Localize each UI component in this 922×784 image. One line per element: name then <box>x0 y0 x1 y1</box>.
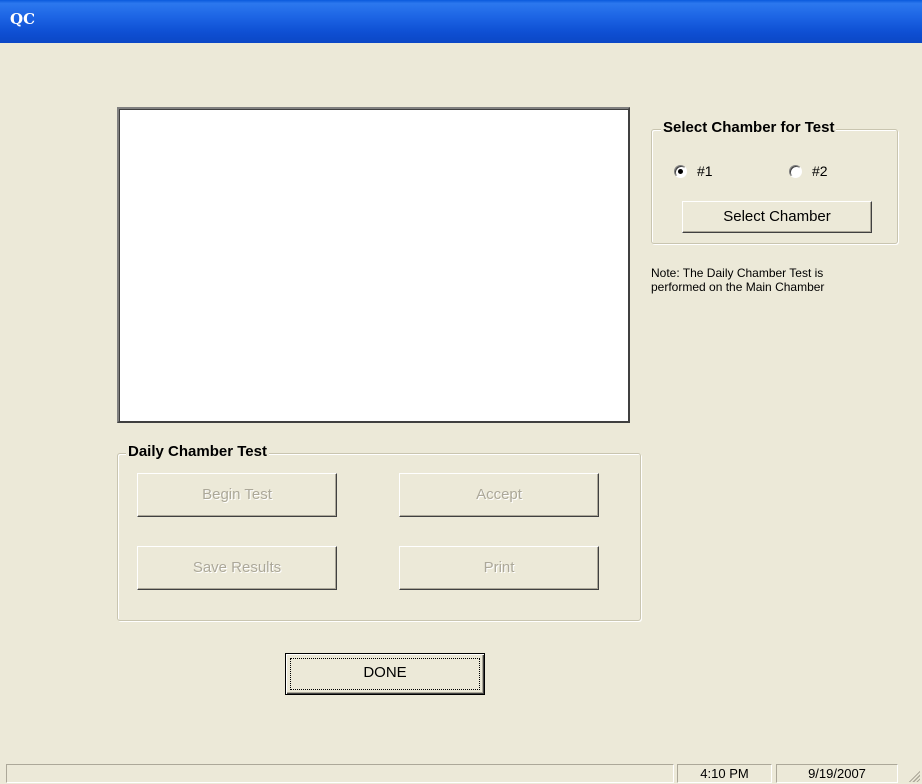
status-time: 4:10 PM <box>677 764 772 783</box>
focus-ring <box>290 658 480 690</box>
daily-chamber-test-legend: Daily Chamber Test <box>126 443 269 460</box>
chamber-1-label: #1 <box>697 163 713 179</box>
select-chamber-legend: Select Chamber for Test <box>661 119 837 136</box>
window-title: QC <box>10 10 36 28</box>
radio-checked-icon[interactable] <box>674 164 687 178</box>
done-button[interactable]: DONE <box>285 653 485 695</box>
resize-grip-icon[interactable] <box>906 768 920 782</box>
select-chamber-label: Select Chamber <box>723 208 831 225</box>
status-panel-main <box>6 764 674 783</box>
save-results-button[interactable]: Save Results <box>137 546 337 590</box>
radio-unchecked-icon[interactable] <box>789 164 802 178</box>
chamber-1-radio[interactable]: #1 <box>674 162 713 180</box>
print-label: Print <box>483 559 515 576</box>
select-chamber-button[interactable]: Select Chamber <box>682 201 872 233</box>
save-results-label: Save Results <box>192 559 282 576</box>
accept-label: Accept <box>476 486 522 503</box>
title-bar[interactable]: QC <box>0 0 922 43</box>
chamber-2-radio[interactable]: #2 <box>789 162 828 180</box>
status-date: 9/19/2007 <box>776 764 898 783</box>
qc-window: QC Daily Chamber Test Begin Test Accept … <box>0 0 922 784</box>
chamber-note: Note: The Daily Chamber Test is performe… <box>651 266 825 294</box>
begin-test-button[interactable]: Begin Test <box>137 473 337 517</box>
print-button[interactable]: Print <box>399 546 599 590</box>
test-display-area <box>117 107 630 423</box>
status-bar: 4:10 PM 9/19/2007 <box>0 762 922 784</box>
begin-test-label: Begin Test <box>202 486 272 503</box>
chamber-2-label: #2 <box>812 163 828 179</box>
accept-button[interactable]: Accept <box>399 473 599 517</box>
